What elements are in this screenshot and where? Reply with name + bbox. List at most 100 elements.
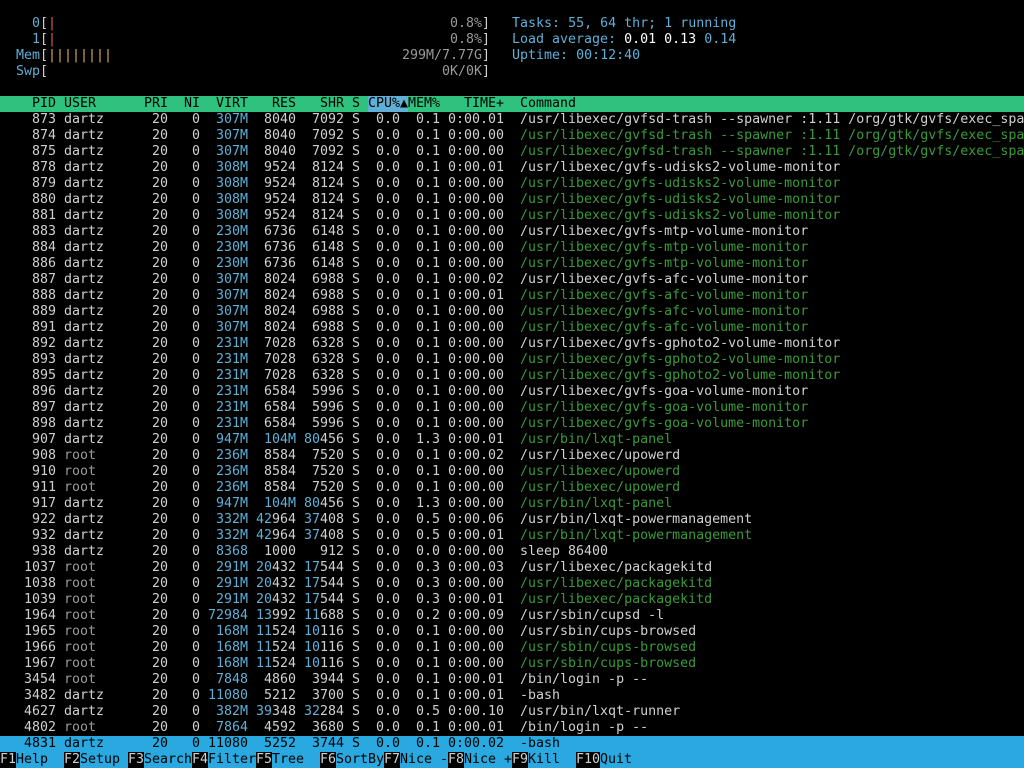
command-cell: /usr/libexec/gvfsd-trash --spawner :1.11… <box>520 112 1024 127</box>
process-row[interactable]: 1039 root 20 0 291M 20432 17544 S 0.0 0.3 0:00.01 /… <box>0 592 1024 608</box>
fkey-f3[interactable]: F3 <box>128 752 145 768</box>
fkey-label-f7[interactable]: Nice - <box>400 752 448 768</box>
process-row[interactable]: 910 root 20 0 236M 8584 7520 S 0.0 0.1 0:00.00/usr… <box>0 464 1024 480</box>
process-row[interactable]: 887 dartz 20 0 307M 8024 6988 S 0.0 0.1 0:00.02/us… <box>0 272 1024 288</box>
process-row-selected[interactable]: 4831 dartz 20 0 11080 5252 3744 S 0.0 0.1 0:00.02 -… <box>0 736 1024 752</box>
process-row[interactable]: 932 dartz 20 0 332M 42964 37408 S 0.0 0.5 0:00.01 /… <box>0 528 1024 544</box>
process-row[interactable]: 881 dartz 20 0 308M 9524 8124 S 0.0 0.1 0:00.00/us… <box>0 208 1024 224</box>
process-row[interactable]: 896 dartz 20 0 231M 6584 5996 S 0.0 0.1 0:00.00/us… <box>0 384 1024 400</box>
time-cell: 0:00.01 <box>448 688 504 703</box>
fkey-label-f10[interactable]: Quit <box>600 752 632 768</box>
process-row[interactable]: 879 dartz 20 0 308M 9524 8124 S 0.0 0.1 0:00.00/us… <box>0 176 1024 192</box>
user-cell: dartz <box>64 272 105 287</box>
fkey-label-f8[interactable]: Nice + <box>464 752 512 768</box>
process-row[interactable]: 883 dartz 20 0 230M 6736 6148 S 0.0 0.1 0:00.00/us… <box>0 224 1024 240</box>
col-ni[interactable]: NI <box>176 96 200 112</box>
res-cell: 5252 <box>263 736 296 751</box>
process-row[interactable]: 889 dartz 20 0 307M 8024 6988 S 0.0 0.1 0:00.00/us… <box>0 304 1024 320</box>
process-row[interactable]: 875 dartz 20 0 307M 8040 7092 S 0.0 0.1 0:00.00/us… <box>0 144 1024 160</box>
col-state[interactable]: S <box>352 96 360 112</box>
process-row[interactable]: 898 dartz 20 0 231M 6584 5996 S 0.0 0.1 0:00.00/us… <box>0 416 1024 432</box>
process-row[interactable]: 892 dartz 20 0 231M 7028 6328 S 0.0 0.1 0:00.00/us… <box>0 336 1024 352</box>
fkey-f5[interactable]: F5 <box>256 752 273 768</box>
fkey-f9[interactable]: F9 <box>512 752 529 768</box>
process-row[interactable]: 886 dartz 20 0 230M 6736 6148 S 0.0 0.1 0:00.00/us… <box>0 256 1024 272</box>
fkey-label-f2[interactable]: Setup <box>80 752 120 768</box>
fkey-label-f4[interactable]: Filter <box>208 752 256 768</box>
user-cell: dartz <box>64 352 105 367</box>
process-row[interactable]: 1966 root 20 0 168M 11524 10116 S 0.0 0.1 0:00.00 /… <box>0 640 1024 656</box>
process-row[interactable]: 1037 root 20 0 291M 20432 17544 S 0.0 0.3 0:00.03 /… <box>0 560 1024 576</box>
process-row[interactable]: 874 dartz 20 0 307M 8040 7092 S 0.0 0.1 0:00.00/us… <box>0 128 1024 144</box>
fkey-label-f6[interactable]: SortBy <box>336 752 384 768</box>
process-row[interactable]: 917 dartz 20 0 947M 104M 80456 S 0.0 1.3 0:00.00/u… <box>0 496 1024 512</box>
process-row[interactable]: 884 dartz 20 0 230M 6736 6148 S 0.0 0.1 0:00.00/us… <box>0 240 1024 256</box>
process-row[interactable]: 893 dartz 20 0 231M 7028 6328 S 0.0 0.1 0:00.00/us… <box>0 352 1024 368</box>
process-row[interactable]: 1967 root 20 0 168M 11524 10116 S 0.0 0.1 0:00.00 /… <box>0 656 1024 672</box>
time-cell: 0:00.00 <box>448 352 504 367</box>
process-row[interactable]: 4802 root 20 0 7864 4592 3680 S 0.0 0.1 0:00.01/bi… <box>0 720 1024 736</box>
state-cell: S <box>352 128 360 143</box>
col-cpu-sorted[interactable]: CPU%▲ <box>368 96 408 112</box>
fkey-f1[interactable]: F1 <box>0 752 17 768</box>
fkey-label-f5[interactable]: Tree <box>272 752 304 768</box>
process-row[interactable]: 1965 root 20 0 168M 11524 10116 S 0.0 0.1 0:00.00 /… <box>0 624 1024 640</box>
pid-cell: 873 <box>31 112 56 127</box>
process-row[interactable]: 1964 root 20 0 72984 13992 11688 S 0.0 0.2 0:00.09… <box>0 608 1024 624</box>
process-row[interactable]: 4627 dartz 20 0 382M 39348 32284 S 0.0 0.5 0:00.10… <box>0 704 1024 720</box>
pid-cell: 888 <box>31 288 56 303</box>
col-time[interactable]: TIME+ <box>448 96 504 112</box>
process-row[interactable]: 3482 dartz 20 0 11080 5212 3700 S 0.0 0.1 0:00.01 -… <box>0 688 1024 704</box>
shr-cell: 6148 <box>311 256 344 271</box>
process-row[interactable]: 873 dartz 20 0 307M 8040 7092 S 0.0 0.1 0:00.01/us… <box>0 112 1024 128</box>
col-pid[interactable]: PID <box>0 96 56 112</box>
process-row[interactable]: 908 root 20 0 236M 8584 7520 S 0.0 0.1 0:00.02/usr… <box>0 448 1024 464</box>
process-row[interactable]: 907 dartz 20 0 947M 104M 80456 S 0.0 1.3 0:00.01/u… <box>0 432 1024 448</box>
state-cell: S <box>352 592 360 607</box>
shr-cell: 5996 <box>311 384 344 399</box>
fkey-f10[interactable]: F10 <box>576 752 601 768</box>
col-res[interactable]: RES <box>256 96 296 112</box>
res-cell: 8024 <box>263 304 296 319</box>
process-row[interactable]: 922 dartz 20 0 332M 42964 37408 S 0.0 0.5 0:00.06 /… <box>0 512 1024 528</box>
shr-cell: 11688 <box>303 608 344 623</box>
process-row[interactable]: 938 dartz 20 0 8368 1000 912 S 0.0 0.0 0:00.00 slee… <box>0 544 1024 560</box>
pid-cell: 908 <box>31 448 56 463</box>
col-user[interactable]: USER <box>64 96 96 112</box>
user-cell: dartz <box>64 496 105 511</box>
fkey-label-f3[interactable]: Search <box>144 752 192 768</box>
cpu-cell: 0.0 <box>375 384 400 399</box>
time-cell: 0:00.00 <box>448 464 504 479</box>
fkey-f7[interactable]: F7 <box>384 752 401 768</box>
command-cell: /bin/login -p -- <box>520 720 649 735</box>
fkey-f2[interactable]: F2 <box>64 752 81 768</box>
process-row[interactable]: 888 dartz 20 0 307M 8024 6988 S 0.0 0.1 0:00.01/us… <box>0 288 1024 304</box>
fkey-f4[interactable]: F4 <box>192 752 209 768</box>
process-row[interactable]: 891 dartz 20 0 307M 8024 6988 S 0.0 0.1 0:00.00/us… <box>0 320 1024 336</box>
fkey-label-f1[interactable]: Help <box>16 752 48 768</box>
tasks-comma: , <box>584 16 601 31</box>
pid-cell: 938 <box>31 544 56 559</box>
process-row[interactable]: 895 dartz 20 0 231M 7028 6328 S 0.0 0.1 0:00.00/us… <box>0 368 1024 384</box>
ni-cell: 0 <box>191 432 200 447</box>
col-shr[interactable]: SHR <box>304 96 344 112</box>
load-15min: 0.14 <box>704 32 737 47</box>
cpu1-close-bracket: ] <box>481 32 490 47</box>
process-row[interactable]: 897 dartz 20 0 231M 6584 5996 S 0.0 0.1 0:00.00/us… <box>0 400 1024 416</box>
cpu-cell: 0.0 <box>375 176 400 191</box>
pid-cell: 1037 <box>23 560 56 575</box>
process-row[interactable]: 3454 root 20 0 7848 4860 3944 S 0.0 0.1 0:00.01/bi… <box>0 672 1024 688</box>
col-virt[interactable]: VIRT <box>200 96 248 112</box>
fkey-label-f9[interactable]: Kill <box>528 752 560 768</box>
col-pri[interactable]: PRI <box>136 96 168 112</box>
process-row[interactable]: 911 root 20 0 236M 8584 7520 S 0.0 0.1 0:00.00/usr… <box>0 480 1024 496</box>
state-cell: S <box>352 240 360 255</box>
fkey-f8[interactable]: F8 <box>448 752 465 768</box>
col-mem[interactable]: MEM% <box>408 96 440 112</box>
fkey-f6[interactable]: F6 <box>320 752 337 768</box>
col-command[interactable]: Command <box>520 96 576 112</box>
process-row[interactable]: 878 dartz 20 0 308M 9524 8124 S 0.0 0.1 0:00.01/us… <box>0 160 1024 176</box>
process-row[interactable]: 880 dartz 20 0 308M 9524 8124 S 0.0 0.1 0:00.00/us… <box>0 192 1024 208</box>
process-row[interactable]: 1038 root 20 0 291M 20432 17544 S 0.0 0.3 0:00.00 /… <box>0 576 1024 592</box>
user-cell: root <box>64 480 97 495</box>
